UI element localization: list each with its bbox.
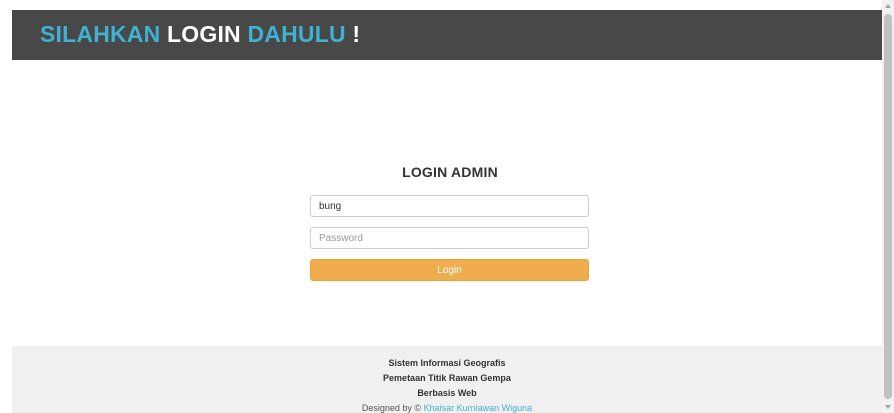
footer-line-2: Pemetaan Titik Rawan Gempa [383,373,511,383]
credit-author-link[interactable]: Khaisar Kurniawan Wiguna [424,403,533,413]
page-title: SILAHKAN LOGIN DAHULU ! [40,20,360,48]
title-word-login: LOGIN [167,21,241,47]
scrollbar-thumb[interactable] [884,14,892,399]
footer-line-3: Berbasis Web [417,388,477,398]
footer-credit: Designed by © Khaisar Kurniawan Wiguna [12,401,882,413]
username-input[interactable] [310,195,589,217]
login-button[interactable]: Login [310,259,589,281]
credit-prefix: Designed by © [361,403,422,413]
page-footer: Sistem Informasi Geografis Pemetaan Titi… [12,346,882,413]
page-content: SILAHKAN LOGIN DAHULU ! LOGIN ADMIN Logi… [12,10,882,413]
scroll-down-arrow-icon[interactable] [885,405,891,409]
password-input[interactable] [310,227,589,249]
title-exclamation: ! [352,21,361,47]
browser-viewport: SILAHKAN LOGIN DAHULU ! LOGIN ADMIN Logi… [0,0,894,413]
page-header: SILAHKAN LOGIN DAHULU ! [12,10,882,60]
title-word-silahkan: SILAHKAN [40,21,161,47]
login-heading: LOGIN ADMIN [402,164,498,180]
footer-line-1: Sistem Informasi Geografis [388,358,506,368]
vertical-scrollbar[interactable] [882,0,894,413]
title-word-dahulu: DAHULU [247,21,346,47]
scroll-up-arrow-icon[interactable] [885,4,891,8]
